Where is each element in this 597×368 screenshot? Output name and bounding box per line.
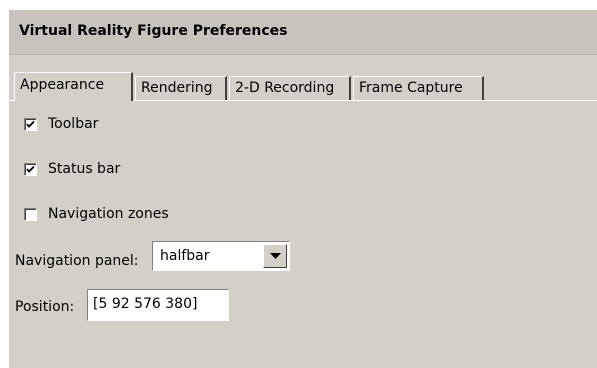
tab-2d-recording[interactable]: 2-D Recording — [229, 76, 351, 100]
chevron-down-icon — [270, 253, 281, 259]
tab-label: Rendering — [141, 80, 213, 96]
title-bar: Virtual Reality Figure Preferences — [9, 10, 597, 55]
position-field[interactable]: [5 92 576 380] — [87, 289, 229, 321]
navigation-zones-option: Navigation zones — [24, 204, 169, 224]
tab-rendering[interactable]: Rendering — [135, 76, 227, 100]
tab-appearance[interactable]: Appearance — [14, 72, 133, 101]
tab-label: Appearance — [20, 77, 105, 93]
tab-frame-capture[interactable]: Frame Capture — [353, 76, 484, 100]
dropdown-button[interactable] — [263, 244, 287, 268]
toolbar-option: Toolbar — [24, 114, 98, 134]
preferences-panel: Virtual Reality Figure Preferences Appea… — [9, 10, 597, 368]
checkmark-icon — [26, 120, 35, 128]
toolbar-label: Toolbar — [48, 116, 99, 132]
navigation-panel-select[interactable]: halfbar — [152, 241, 290, 271]
navigation-panel-value: halfbar — [160, 248, 210, 264]
tab-label: 2-D Recording — [235, 80, 335, 96]
position-label: Position: — [15, 299, 75, 315]
status-bar-label: Status bar — [48, 161, 121, 177]
status-bar-option: Status bar — [24, 159, 120, 179]
navigation-zones-label: Navigation zones — [48, 206, 169, 222]
tab-label: Frame Capture — [359, 80, 463, 96]
toolbar-checkbox[interactable] — [24, 117, 37, 131]
status-bar-checkbox[interactable] — [24, 162, 37, 176]
dialog-title: Virtual Reality Figure Preferences — [19, 23, 288, 39]
navigation-zones-checkbox[interactable] — [24, 207, 37, 221]
checkmark-icon — [26, 165, 35, 173]
navigation-panel-label: Navigation panel: — [15, 253, 139, 269]
